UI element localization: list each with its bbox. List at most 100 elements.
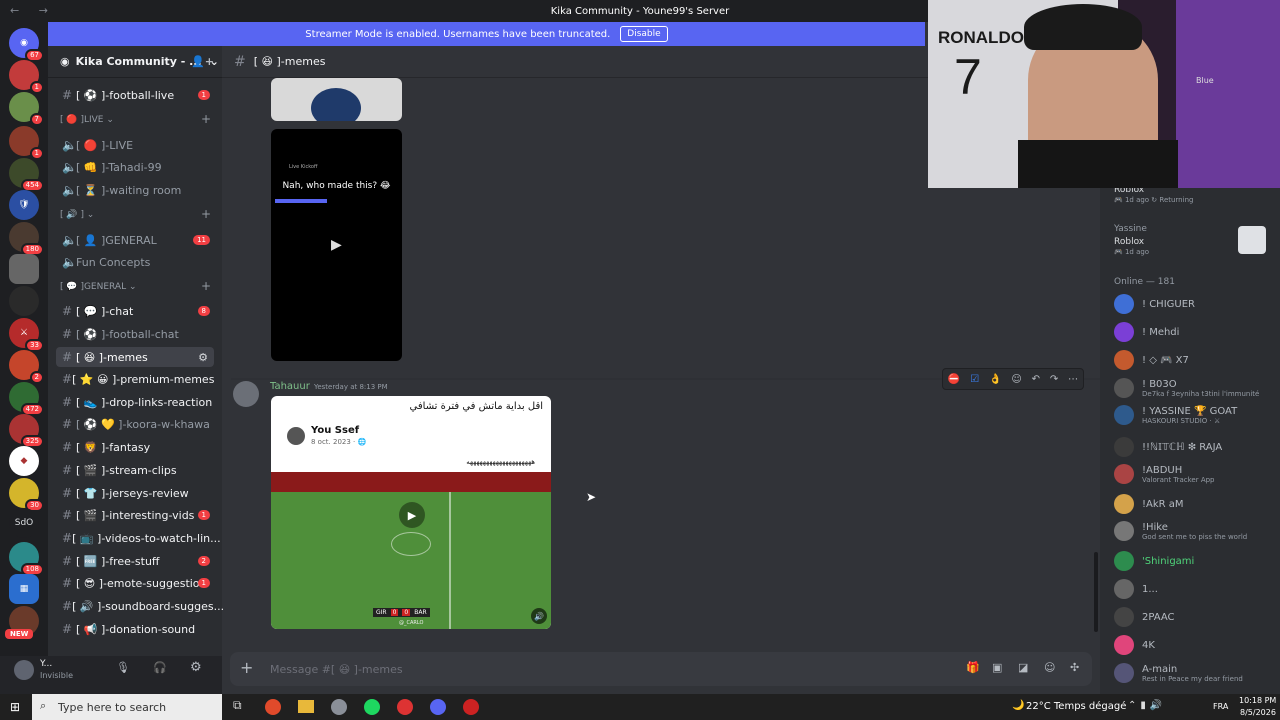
- member-item[interactable]: ! Mehdi: [1114, 319, 1276, 345]
- add-attachment-icon[interactable]: +: [240, 658, 253, 677]
- channel-item[interactable]: #[ 📺 ]-videos-to-watch-lin...: [56, 528, 221, 548]
- member-item[interactable]: ! CHIGUER: [1114, 291, 1276, 317]
- gif-icon[interactable]: ▣: [992, 661, 1002, 674]
- channel-item[interactable]: #[ 🆓 ]-free-stuff 2: [56, 551, 214, 571]
- tray-icons[interactable]: ⌃▮🔊: [1128, 700, 1166, 711]
- server-icon[interactable]: ▦: [9, 574, 39, 604]
- channel-item[interactable]: #[ 🎬 ]-interesting-vids 1: [56, 505, 214, 525]
- language[interactable]: FRA: [1213, 702, 1228, 711]
- member-item[interactable]: ! B03O De7ka f 3eyniha t3tini l'immunité: [1114, 375, 1276, 401]
- member-item[interactable]: 'Shinigami: [1114, 548, 1276, 574]
- server-icon[interactable]: 454: [9, 158, 44, 192]
- channel-item[interactable]: 🔈 Fun Concepts: [56, 252, 214, 272]
- member-item[interactable]: 4K: [1114, 632, 1276, 658]
- avatar[interactable]: [233, 381, 259, 407]
- server-icon[interactable]: 7: [9, 92, 44, 126]
- no-entry-icon[interactable]: ⛔: [948, 374, 960, 385]
- channel-item[interactable]: #[ 📢 ]-donation-sound: [56, 619, 214, 639]
- server-icon[interactable]: 325: [9, 414, 44, 448]
- member-item[interactable]: ! YASSINE 🏆 GOAT HASKOURI STUDIO · ⚔: [1114, 402, 1276, 428]
- headphones-icon[interactable]: 🎧: [153, 661, 167, 674]
- server-icon[interactable]: ⚔ 33: [9, 318, 44, 352]
- message-input[interactable]: + Message #[ 😆 ]-memes 🎁 ▣ ◪ ☺ ✣: [230, 652, 1092, 686]
- video-embed[interactable]: Live Kickoff Nah, who made this? 😂 ▶: [271, 129, 402, 361]
- add-channel-icon[interactable]: +: [201, 279, 211, 293]
- member-item[interactable]: !ABDUH Valorant Tracker App: [1114, 461, 1276, 487]
- category-header[interactable]: [ 💬 ]GENERAL ⌄: [60, 282, 137, 292]
- gift-icon[interactable]: 🎁: [966, 661, 980, 674]
- add-channel-icon[interactable]: +: [201, 207, 211, 221]
- server-icon[interactable]: 472: [9, 382, 44, 416]
- server-icon[interactable]: 🛡: [9, 190, 39, 220]
- new-badge[interactable]: NEW: [5, 629, 34, 639]
- member-item[interactable]: !!ℕ𝕀𝕋ℂℍ ❇ RAJA: [1114, 434, 1276, 460]
- check-icon[interactable]: ☑: [970, 374, 979, 385]
- invite-icon[interactable]: 👤+: [191, 55, 214, 68]
- message-author[interactable]: Tahauur: [270, 381, 310, 392]
- volume-icon[interactable]: 🔊: [531, 608, 547, 624]
- forward-icon[interactable]: ↷: [1050, 374, 1058, 385]
- chrome-icon[interactable]: [397, 699, 413, 715]
- channel-item[interactable]: #[ 💬 ]-chat 8: [56, 301, 214, 321]
- chrome-icon[interactable]: [265, 699, 281, 715]
- channel-item[interactable]: #[ 😆 ]-memes ⚙: [56, 347, 214, 367]
- avatar[interactable]: [14, 660, 34, 680]
- reply-icon[interactable]: ↶: [1032, 374, 1040, 385]
- channel-item[interactable]: 🔈[ 🔴 ]-LIVE: [56, 135, 214, 155]
- play-icon[interactable]: ▶: [331, 237, 342, 253]
- settings-icon[interactable]: ⚙: [198, 351, 208, 364]
- video-embed[interactable]: اقل بداية ماتش في فترة تشافي You Ssef 8 …: [271, 396, 551, 629]
- server-icon[interactable]: 30: [9, 478, 44, 512]
- gear-icon[interactable]: ⚙: [190, 660, 202, 675]
- channel-item[interactable]: #[ ⚽ 💛 ]-koora-w-khawa: [56, 414, 214, 434]
- app-icon[interactable]: [331, 699, 347, 715]
- channel-item[interactable]: #[ ⚽ ]-football-chat: [56, 324, 214, 344]
- channel-item[interactable]: #[ 🔊 ]-soundboard-sugges...: [56, 596, 224, 616]
- taskbar-search[interactable]: ⌕ Type here to search: [32, 694, 222, 720]
- member-item[interactable]: !Hike God sent me to piss the world: [1114, 518, 1276, 544]
- mic-icon[interactable]: 🎙: [116, 661, 130, 674]
- home-button[interactable]: ◉ 67: [9, 28, 44, 62]
- emoji-icon[interactable]: ☺: [1044, 661, 1055, 674]
- apps-icon[interactable]: ✣: [1070, 661, 1079, 674]
- nav-arrows[interactable]: ← →: [10, 4, 56, 17]
- sticker-icon[interactable]: ◪: [1018, 661, 1028, 674]
- member-item[interactable]: A-main Rest in Peace my dear friend: [1114, 660, 1276, 686]
- category-header[interactable]: [ 🔴 ]LIVE ⌄: [60, 115, 114, 125]
- chat-scrollbar[interactable]: [1094, 552, 1098, 632]
- server-icon[interactable]: 180: [9, 222, 44, 256]
- task-view-icon[interactable]: ⧉: [233, 698, 242, 713]
- spotify-icon[interactable]: [364, 699, 380, 715]
- server-icon[interactable]: 108: [9, 542, 44, 576]
- member-item[interactable]: !AkR aM: [1114, 491, 1276, 517]
- channel-item[interactable]: #[ 👕 ]-jerseys-review: [56, 483, 214, 503]
- server-icon[interactable]: 2: [9, 350, 44, 384]
- windows-start-icon[interactable]: ⊞: [10, 700, 20, 714]
- more-icon[interactable]: ⋯: [1068, 374, 1078, 385]
- server-header[interactable]: ◉ Kika Community - ... ⌄ 👤+: [48, 46, 222, 78]
- explorer-icon[interactable]: [298, 700, 314, 713]
- app-icon[interactable]: [463, 699, 479, 715]
- clock-time[interactable]: 10:18 PM: [1239, 696, 1276, 705]
- activity-user[interactable]: Yassine: [1114, 224, 1147, 234]
- channel-item[interactable]: #[ 🦁 ]-fantasy: [56, 437, 214, 457]
- play-icon[interactable]: ▶: [399, 502, 425, 528]
- server-icon[interactable]: [9, 286, 39, 316]
- disable-button[interactable]: Disable: [620, 26, 668, 42]
- server-icon[interactable]: 1: [9, 60, 44, 94]
- channel-item[interactable]: #[ ⭐ 😀 ]-premium-memes: [56, 369, 214, 389]
- channel-item[interactable]: #[ 👟 ]-drop-links-reaction: [56, 392, 214, 412]
- ok-hand-icon[interactable]: 👌: [989, 374, 1001, 385]
- channel-item[interactable]: #[ 🎬 ]-stream-clips: [56, 460, 214, 480]
- discord-icon[interactable]: [430, 699, 446, 715]
- channel-item[interactable]: 🔈[ 👊 ]-Tahadi-99: [56, 157, 214, 177]
- category-header[interactable]: [ 🔊 ] ⌄: [60, 210, 94, 220]
- server-icon[interactable]: 1: [9, 126, 44, 160]
- image-embed[interactable]: [271, 78, 402, 121]
- member-item[interactable]: 2PAAC: [1114, 604, 1276, 630]
- server-icon[interactable]: [9, 254, 39, 284]
- member-item[interactable]: 1...: [1114, 576, 1276, 602]
- server-icon[interactable]: ◆: [9, 446, 39, 476]
- channel-item[interactable]: 🔈[ 👤 ]GENERAL 11: [56, 230, 214, 250]
- add-reaction-icon[interactable]: ☺: [1011, 374, 1021, 385]
